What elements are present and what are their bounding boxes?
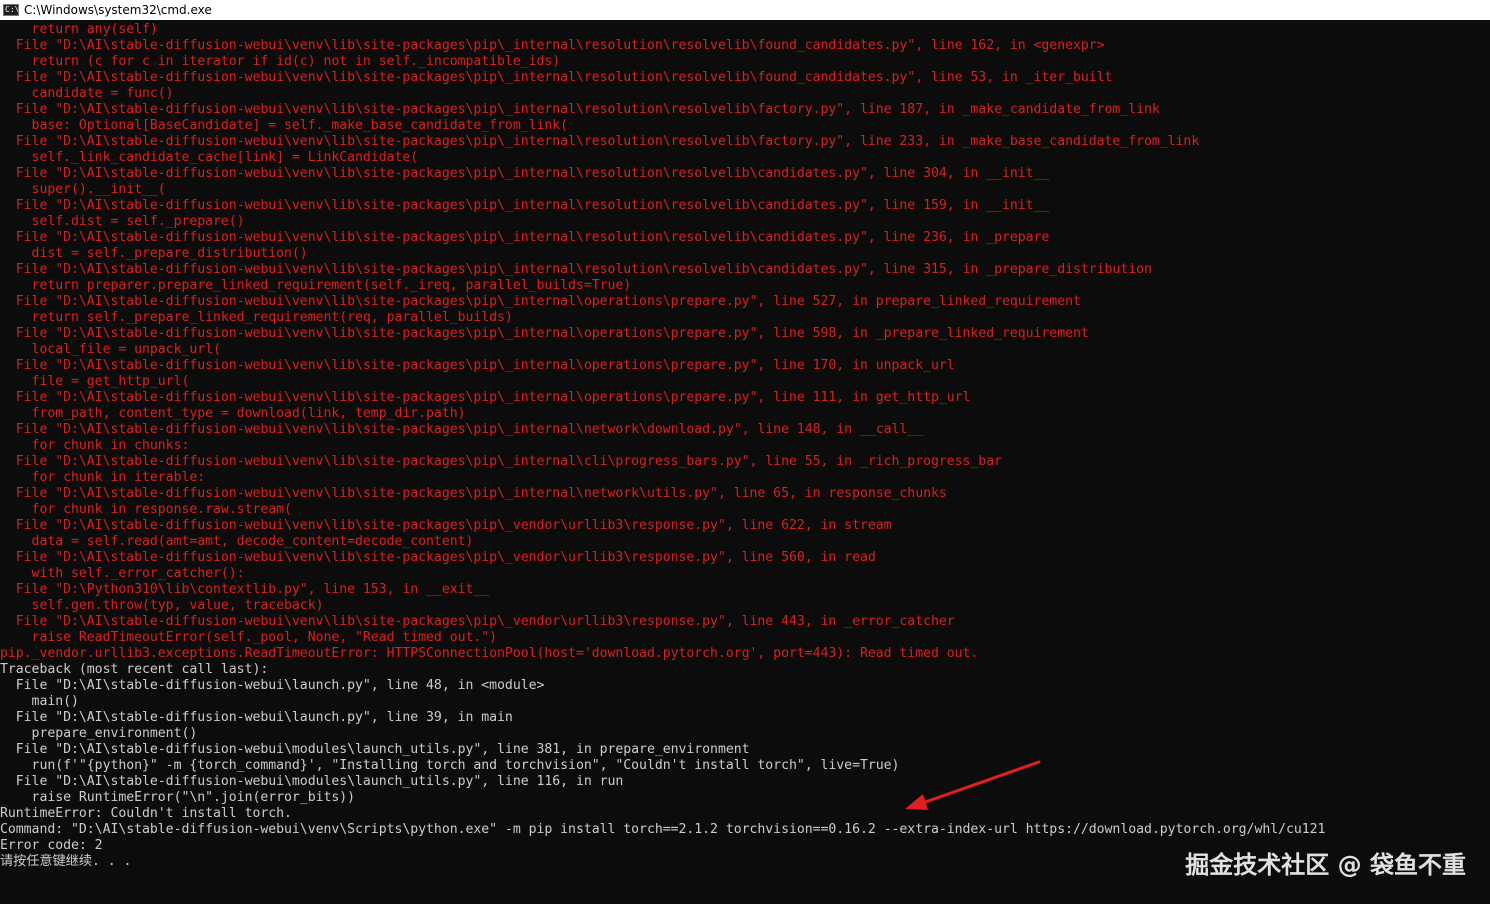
- console-line: File "D:\AI\stable-diffusion-webui\launc…: [0, 678, 545, 693]
- console-line: File "D:\AI\stable-diffusion-webui\venv\…: [0, 134, 1200, 149]
- console-line: for chunk in response.raw.stream(: [0, 502, 292, 517]
- cmd-app-icon: C:\: [3, 4, 19, 16]
- console-line: data = self.read(amt=amt, decode_content…: [0, 534, 474, 549]
- cmd-window: C:\ C:\Windows\system32\cmd.exe return a…: [0, 0, 1490, 904]
- console-line: return any(self): [0, 22, 158, 37]
- console-line: File "D:\AI\stable-diffusion-webui\venv\…: [0, 390, 971, 405]
- console-line: File "D:\AI\stable-diffusion-webui\venv\…: [0, 486, 947, 501]
- console-line: for chunk in iterable:: [0, 470, 206, 485]
- console-line: File "D:\AI\stable-diffusion-webui\venv\…: [0, 294, 1081, 309]
- console-line: File "D:\AI\stable-diffusion-webui\venv\…: [0, 454, 1002, 469]
- console-line: with self._error_catcher():: [0, 566, 245, 581]
- console-line: File "D:\AI\stable-diffusion-webui\venv\…: [0, 230, 1050, 245]
- console-line: File "D:\AI\stable-diffusion-webui\venv\…: [0, 614, 955, 629]
- console-line: from_path, content_type = download(link,…: [0, 406, 466, 421]
- console-line: File "D:\AI\stable-diffusion-webui\venv\…: [0, 166, 1050, 181]
- console-line: file = get_http_url(: [0, 374, 190, 389]
- console-line: File "D:\AI\stable-diffusion-webui\venv\…: [0, 38, 1105, 53]
- console-line: return preparer.prepare_linked_requireme…: [0, 278, 632, 293]
- console-line: File "D:\AI\stable-diffusion-webui\venv\…: [0, 422, 924, 437]
- console-line: File "D:\Python310\lib\contextlib.py", l…: [0, 582, 490, 597]
- console-line: candidate = func(): [0, 86, 174, 101]
- console-line: Command: "D:\AI\stable-diffusion-webui\v…: [0, 822, 1326, 837]
- console-line: RuntimeError: Couldn't install torch.: [0, 806, 292, 821]
- console-line: run(f'"{python}" -m {torch_command}', "I…: [0, 758, 900, 773]
- console-line: self.gen.throw(typ, value, traceback): [0, 598, 324, 613]
- console-line: File "D:\AI\stable-diffusion-webui\venv\…: [0, 198, 1050, 213]
- console-line: raise RuntimeError("\n".join(error_bits)…: [0, 790, 356, 805]
- console-line: File "D:\AI\stable-diffusion-webui\launc…: [0, 710, 513, 725]
- console-line: self._link_candidate_cache[link] = LinkC…: [0, 150, 419, 165]
- window-titlebar[interactable]: C:\ C:\Windows\system32\cmd.exe: [0, 0, 1490, 20]
- console-line: dist = self._prepare_distribution(): [0, 246, 308, 261]
- console-line: File "D:\AI\stable-diffusion-webui\venv\…: [0, 550, 876, 565]
- window-title: C:\Windows\system32\cmd.exe: [24, 3, 212, 17]
- console-line: self.dist = self._prepare(): [0, 214, 245, 229]
- console-line: base: Optional[BaseCandidate] = self._ma…: [0, 118, 569, 133]
- watermark: 掘金技术社区 @ 袋鱼不重: [1185, 851, 1466, 879]
- console-line: File "D:\AI\stable-diffusion-webui\venv\…: [0, 262, 1152, 277]
- console-output[interactable]: return any(self) File "D:\AI\stable-diff…: [0, 22, 1490, 904]
- console-line: return (c for c in iterator if id(c) not…: [0, 54, 561, 69]
- console-line: File "D:\AI\stable-diffusion-webui\venv\…: [0, 326, 1089, 341]
- console-line: File "D:\AI\stable-diffusion-webui\venv\…: [0, 70, 1113, 85]
- console-line: Traceback (most recent call last):: [0, 662, 269, 677]
- console-line: prepare_environment(): [0, 726, 198, 741]
- console-line: raise ReadTimeoutError(self._pool, None,…: [0, 630, 498, 645]
- console-line: File "D:\AI\stable-diffusion-webui\venv\…: [0, 358, 955, 373]
- console-line: File "D:\AI\stable-diffusion-webui\venv\…: [0, 518, 892, 533]
- console-line: File "D:\AI\stable-diffusion-webui\modul…: [0, 742, 750, 757]
- console-line: File "D:\AI\stable-diffusion-webui\modul…: [0, 774, 624, 789]
- console-line: super().__init__(: [0, 182, 166, 197]
- console-line: local_file = unpack_url(: [0, 342, 221, 357]
- console-line: return self._prepare_linked_requirement(…: [0, 310, 513, 325]
- console-line: pip._vendor.urllib3.exceptions.ReadTimeo…: [0, 646, 979, 661]
- console-line: for chunk in chunks:: [0, 438, 190, 453]
- console-line: File "D:\AI\stable-diffusion-webui\venv\…: [0, 102, 1160, 117]
- console-line: main(): [0, 694, 79, 709]
